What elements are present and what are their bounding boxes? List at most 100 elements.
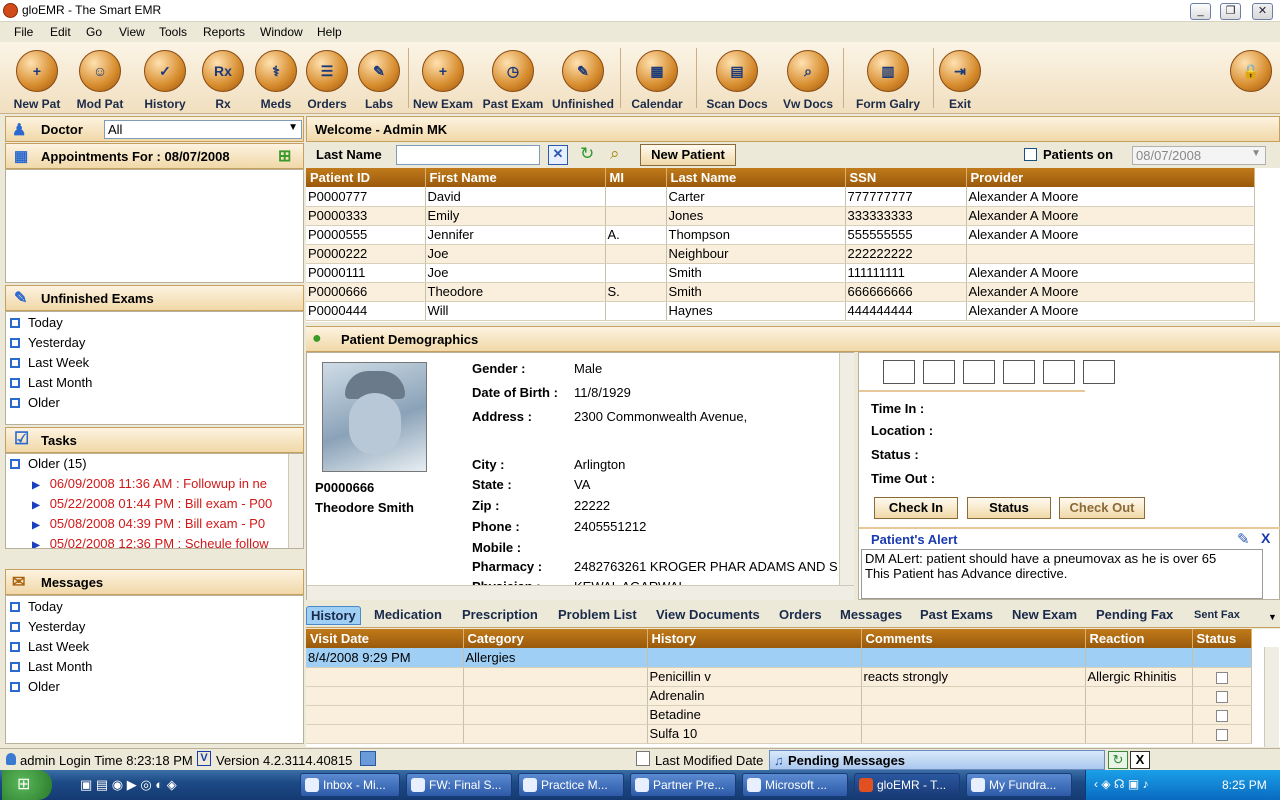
- labs-button[interactable]: ✎ Labs: [357, 50, 401, 114]
- column-header[interactable]: Last Name: [666, 168, 846, 187]
- menu-help[interactable]: Help: [317, 25, 342, 39]
- column-header[interactable]: Patient ID: [306, 168, 426, 187]
- task-item[interactable]: ▶ 05/22/2008 01:44 PM : Bill exam - P00: [32, 496, 287, 511]
- unfinished-item[interactable]: Today: [10, 315, 63, 330]
- column-header[interactable]: First Name: [425, 168, 606, 187]
- column-header[interactable]: Status: [1192, 629, 1252, 648]
- column-header[interactable]: History: [647, 629, 862, 648]
- tab-orders[interactable]: Orders: [779, 607, 822, 622]
- unfinished-item[interactable]: Yesterday: [10, 335, 85, 350]
- add-appointment-icon[interactable]: ⊞: [278, 146, 291, 166]
- demographics-hscroll[interactable]: [307, 585, 854, 600]
- history-row[interactable]: Adrenalin: [306, 686, 1252, 706]
- taskbar-item[interactable]: Partner Pre...: [630, 773, 736, 797]
- patients-on-checkbox[interactable]: [1024, 148, 1037, 161]
- tasks-scrollbar[interactable]: [288, 454, 303, 548]
- menu-file[interactable]: File: [14, 25, 33, 39]
- pending-messages-bar[interactable]: ♫ Pending Messages: [769, 750, 1105, 770]
- check-in-button[interactable]: Check In: [874, 497, 958, 519]
- history-scrollbar[interactable]: [1264, 647, 1279, 747]
- task-item[interactable]: ▶ 05/08/2008 04:39 PM : Bill exam - P0: [32, 516, 287, 531]
- column-header[interactable]: MI: [605, 168, 667, 187]
- fax-icon[interactable]: [360, 751, 376, 766]
- meds-button[interactable]: ⚕ Meds: [254, 50, 298, 114]
- history-row[interactable]: 8/4/2008 9:29 PM Allergies: [306, 648, 1252, 668]
- minimize-button[interactable]: _: [1190, 3, 1211, 20]
- maximize-button[interactable]: ❐: [1220, 3, 1241, 20]
- tab-prescription[interactable]: Prescription: [462, 607, 538, 622]
- doctor-select[interactable]: All ▼: [104, 120, 302, 139]
- column-header[interactable]: SSN: [845, 168, 967, 187]
- tab-medication[interactable]: Medication: [374, 607, 442, 622]
- patient-row[interactable]: P0000444 Will Haynes 444444444 Alexander A M…: [306, 301, 1255, 321]
- history-row[interactable]: Penicillin v reacts strongly Allergic Rhin…: [306, 667, 1252, 687]
- message-item[interactable]: Last Week: [10, 639, 89, 654]
- menu-go[interactable]: Go: [86, 25, 102, 39]
- tab-view-documents[interactable]: View Documents: [656, 607, 760, 622]
- refresh-icon[interactable]: ↻: [580, 144, 594, 164]
- new-patient-button[interactable]: + New Pat: [8, 50, 66, 114]
- history-row[interactable]: Betadine: [306, 705, 1252, 725]
- close-pending-button[interactable]: X: [1130, 751, 1150, 769]
- demographics-vscroll[interactable]: [839, 353, 854, 585]
- taskbar-item[interactable]: Practice M...: [518, 773, 624, 797]
- column-header[interactable]: Reaction: [1085, 629, 1193, 648]
- patient-row[interactable]: P0000222 Joe Neighbour 222222222: [306, 244, 1255, 264]
- table-cell[interactable]: [1192, 667, 1252, 687]
- taskbar-item[interactable]: Microsoft ...: [742, 773, 848, 797]
- clear-search-icon[interactable]: ✕: [548, 145, 568, 165]
- tasks-group[interactable]: Older (15): [10, 456, 87, 471]
- tab-problem-list[interactable]: Problem List: [558, 607, 637, 622]
- scan-docs-button[interactable]: ▤ Scan Docs: [702, 50, 772, 114]
- start-button[interactable]: ⊞: [2, 770, 52, 800]
- message-item[interactable]: Older: [10, 679, 60, 694]
- menu-edit[interactable]: Edit: [50, 25, 71, 39]
- status-checkbox[interactable]: [1215, 690, 1228, 703]
- status-checkbox[interactable]: [1215, 671, 1228, 684]
- tab-new-exam[interactable]: New Exam: [1012, 607, 1077, 622]
- close-button[interactable]: ✕: [1252, 3, 1273, 20]
- message-item[interactable]: Last Month: [10, 659, 92, 674]
- task-item[interactable]: ▶ 06/09/2008 11:36 AM : Followup in ne: [32, 476, 287, 491]
- column-header[interactable]: Comments: [861, 629, 1086, 648]
- status-button[interactable]: Status: [967, 497, 1051, 519]
- rx-button[interactable]: Rx Rx: [201, 50, 245, 114]
- calendar-button[interactable]: ▦ Calendar: [626, 50, 688, 114]
- modify-patient-button[interactable]: ☺ Mod Pat: [71, 50, 129, 114]
- unfinished-item[interactable]: Older: [10, 395, 60, 410]
- menu-reports[interactable]: Reports: [203, 25, 245, 39]
- lock-button[interactable]: 🔒: [1230, 50, 1272, 114]
- menu-view[interactable]: View: [119, 25, 145, 39]
- view-docs-button[interactable]: ⌕ Vw Docs: [778, 50, 838, 114]
- history-row[interactable]: Sulfa 10: [306, 724, 1252, 744]
- column-header[interactable]: Category: [463, 629, 648, 648]
- search-icon[interactable]: ⌕: [610, 144, 620, 164]
- tray-icons[interactable]: ‹ ◈ ☊ ▣ ♪: [1094, 777, 1149, 791]
- past-exam-button[interactable]: ◷ Past Exam: [482, 50, 544, 114]
- form-gallery-button[interactable]: ▥ Form Galry: [849, 50, 927, 114]
- quick-launch-icons[interactable]: ▣ ▤ ◉ ▶ ◎ ◐ ◈: [80, 777, 177, 793]
- taskbar-item[interactable]: FW: Final S...: [406, 773, 512, 797]
- patient-row[interactable]: P0000111 Joe Smith 111111111 Alexander A Moo…: [306, 263, 1255, 283]
- tab-messages[interactable]: Messages: [840, 607, 902, 622]
- tab-pending-fax[interactable]: Pending Fax: [1096, 607, 1173, 622]
- column-header[interactable]: Visit Date: [306, 629, 464, 648]
- alert-textbox[interactable]: DM ALert: patient should have a pneumova…: [861, 549, 1263, 599]
- patients-on-date[interactable]: 08/07/2008 ▼: [1132, 146, 1266, 165]
- table-cell[interactable]: [1192, 705, 1252, 725]
- new-exam-button[interactable]: + New Exam: [413, 50, 473, 114]
- tab-sent-fax[interactable]: Sent Fax: [1194, 609, 1240, 621]
- table-cell[interactable]: [1192, 686, 1252, 706]
- column-header[interactable]: Provider: [966, 168, 1255, 187]
- orders-button[interactable]: ☰ Orders: [303, 50, 351, 114]
- menu-tools[interactable]: Tools: [159, 25, 187, 39]
- unfinished-item[interactable]: Last Week: [10, 355, 89, 370]
- check-out-button[interactable]: Check Out: [1059, 497, 1145, 519]
- tab-history[interactable]: History: [306, 606, 361, 625]
- patient-row[interactable]: P0000777 David Carter 777777777 Alexander A …: [306, 187, 1255, 207]
- table-cell[interactable]: [1192, 724, 1252, 744]
- message-item[interactable]: Today: [10, 599, 63, 614]
- unfinished-item[interactable]: Last Month: [10, 375, 92, 390]
- patient-row[interactable]: P0000333 Emily Jones 333333333 Alexander A M…: [306, 206, 1255, 226]
- tab-past-exams[interactable]: Past Exams: [920, 607, 993, 622]
